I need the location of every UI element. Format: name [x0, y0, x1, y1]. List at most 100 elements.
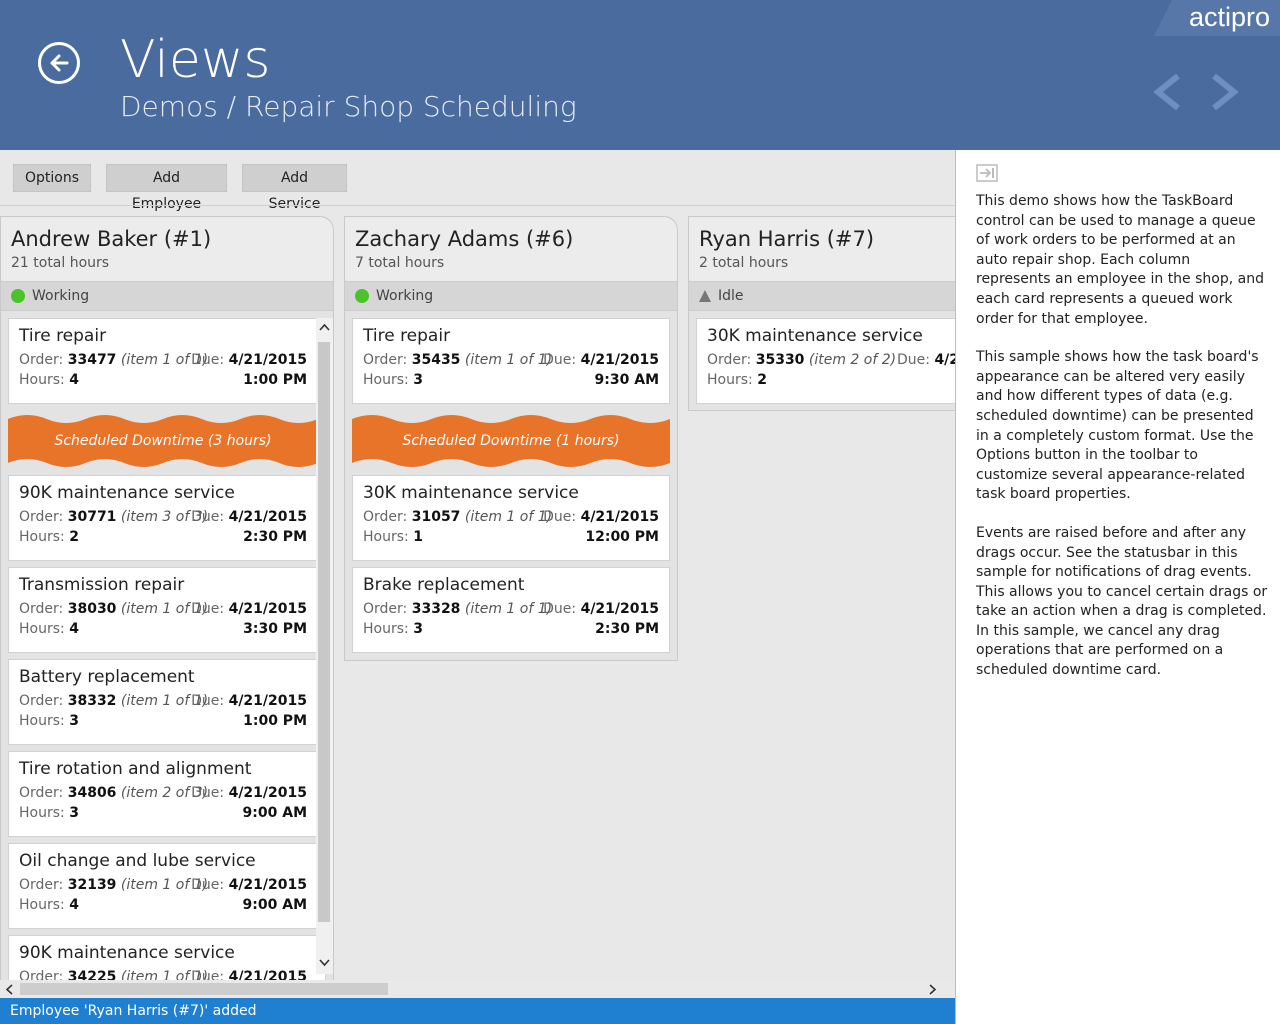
card-hours-row: Hours: 3 9:30 AM [363, 372, 659, 388]
task-card[interactable]: Tire rotation and alignment Order: 34806… [8, 751, 318, 837]
due-date: 4/21/2015 [228, 601, 307, 617]
column-header[interactable]: Zachary Adams (#6) 7 total hours [345, 217, 677, 281]
card-hours-row: Hours: 4 1:00 PM [19, 372, 307, 388]
scroll-left-icon[interactable] [4, 984, 14, 995]
column-status: Idle [689, 281, 955, 311]
due-time: 2:30 PM [595, 621, 659, 637]
order-number: 38030 [67, 601, 117, 617]
card-title: 90K maintenance service [19, 943, 235, 963]
column-hours: 21 total hours [11, 255, 110, 271]
order-number: 30771 [67, 509, 117, 525]
scrollbar-thumb[interactable] [20, 983, 388, 995]
description-panel: This demo shows how the TaskBoard contro… [955, 150, 1280, 1024]
due-time: 1:00 PM [243, 713, 307, 729]
task-card[interactable]: Battery replacement Order: 38332 (item 1… [8, 659, 318, 745]
status-label: Working [376, 288, 434, 304]
column-ryan-harris: Ryan Harris (#7) 2 total hours Idle 30K … [688, 216, 955, 411]
due-date: 4/21/2015 [228, 969, 307, 980]
hours-value: 4 [69, 897, 79, 913]
collapse-panel-icon[interactable] [976, 164, 998, 182]
due-time: 9:00 AM [242, 897, 307, 913]
due-time: 3:30 PM [243, 621, 307, 637]
task-board: Andrew Baker (#1) 21 total hours Working… [0, 206, 955, 980]
card-hours-row: Hours: 1 12:00 PM [363, 529, 659, 545]
hours-value: 4 [69, 372, 79, 388]
due-date: 4/21/2015 [228, 693, 307, 709]
order-item: (item 2 of 2) [808, 352, 897, 368]
logo: actipro [1188, 2, 1270, 32]
order-item: (item 1 of 1) [464, 601, 553, 617]
task-card[interactable]: 30K maintenance service Order: 31057 (it… [352, 475, 670, 561]
options-button[interactable]: Options [13, 164, 91, 192]
task-card[interactable]: 90K maintenance service Order: 34225 (it… [8, 935, 326, 980]
card-title: 90K maintenance service [19, 483, 235, 503]
column-name: Andrew Baker (#1) [11, 227, 212, 251]
order-number: 35435 [411, 352, 461, 368]
scroll-down-icon[interactable] [319, 958, 330, 968]
column-zachary-adams: Zachary Adams (#6) 7 total hours Working… [344, 216, 678, 661]
task-card[interactable]: Tire repair Order: 35435 (item 1 of 1) Du… [352, 318, 670, 404]
page-title: Views [120, 30, 271, 90]
due-date: 4/21/2015 [228, 877, 307, 893]
card-title: Brake replacement [363, 575, 525, 595]
task-card[interactable]: 30K maintenance service Order: 35330 (it… [696, 318, 955, 404]
scroll-right-icon[interactable] [928, 984, 938, 995]
card-hours-row: Hours: 2 2:30 PM [19, 529, 307, 545]
card-order-row: Order: 32139 (item 1 of 1) Due: 4/21/2015 [19, 877, 307, 893]
breadcrumb: Demos / Repair Shop Scheduling [120, 90, 577, 123]
due-date: 4/21/2015 [228, 785, 307, 801]
hours-value: 3 [69, 713, 79, 729]
chevron-right-icon[interactable] [1208, 72, 1242, 112]
add-service-button[interactable]: Add Service [242, 164, 347, 212]
card-order-row: Order: 30771 (item 3 of 3) Due: 4/21/2015 [19, 509, 307, 525]
toolbar: Options Add Employee Add Service [0, 150, 955, 212]
card-title: Tire repair [19, 326, 107, 346]
card-list: 30K maintenance service Order: 35330 (it… [689, 311, 955, 404]
card-hours-row: Hours: 3 9:00 AM [19, 805, 307, 821]
task-card[interactable]: Tire repair Order: 33477 (item 1 of 1) Du… [8, 318, 318, 404]
due-date: 4/2 [934, 352, 955, 368]
column-hours: 7 total hours [355, 255, 445, 271]
card-order-row: Order: 35330 (item 2 of 2)Due: 4/2 [707, 352, 955, 368]
back-arrow-icon [50, 54, 69, 72]
column-scrollbar[interactable] [316, 318, 333, 974]
due-time: 9:30 AM [594, 372, 659, 388]
due-date: 4/21/2015 [228, 352, 307, 368]
card-title: Tire rotation and alignment [19, 759, 252, 779]
column-name: Ryan Harris (#7) [699, 227, 875, 251]
task-card[interactable]: 90K maintenance service Order: 30771 (it… [8, 475, 318, 561]
description-paragraph: This sample shows how the task board's a… [976, 349, 1259, 503]
order-number: 31057 [411, 509, 461, 525]
description-paragraph: This demo shows how the TaskBoard contro… [976, 193, 1264, 327]
card-list: Tire repair Order: 35435 (item 1 of 1) Du… [345, 311, 677, 653]
board-horizontal-scrollbar[interactable] [0, 980, 955, 998]
hours-value: 2 [757, 372, 767, 388]
column-header[interactable]: Andrew Baker (#1) 21 total hours [1, 217, 333, 281]
due-time: 1:00 PM [243, 372, 307, 388]
order-number: 34806 [67, 785, 117, 801]
due-time: 9:00 AM [242, 805, 307, 821]
scroll-up-icon[interactable] [319, 322, 330, 332]
column-andrew-baker: Andrew Baker (#1) 21 total hours Working… [0, 216, 334, 980]
working-status-icon [355, 289, 369, 303]
column-header[interactable]: Ryan Harris (#7) 2 total hours [689, 217, 955, 281]
back-button[interactable] [38, 42, 80, 84]
card-title: Oil change and lube service [19, 851, 256, 871]
due-date: 4/21/2015 [580, 509, 659, 525]
order-number: 34225 [67, 969, 117, 980]
due-time: 2:30 PM [243, 529, 307, 545]
downtime-label: Scheduled Downtime (3 hours) [54, 433, 272, 449]
task-card[interactable]: Oil change and lube service Order: 32139… [8, 843, 318, 929]
add-employee-button[interactable]: Add Employee [106, 164, 227, 212]
task-card[interactable]: Brake replacement Order: 33328 (item 1 o… [352, 567, 670, 653]
card-title: Battery replacement [19, 667, 195, 687]
card-order-row: Order: 34806 (item 2 of 3) Due: 4/21/2015 [19, 785, 307, 801]
order-number: 32139 [67, 877, 117, 893]
column-name: Zachary Adams (#6) [355, 227, 574, 251]
card-order-row: Order: 33477 (item 1 of 1) Due: 4/21/2015 [19, 352, 307, 368]
scrollbar-thumb[interactable] [318, 342, 330, 922]
column-hours: 2 total hours [699, 255, 789, 271]
task-card[interactable]: Transmission repair Order: 38030 (item 1… [8, 567, 318, 653]
description-text: This demo shows how the TaskBoard contro… [976, 192, 1268, 700]
chevron-left-icon[interactable] [1150, 72, 1184, 112]
